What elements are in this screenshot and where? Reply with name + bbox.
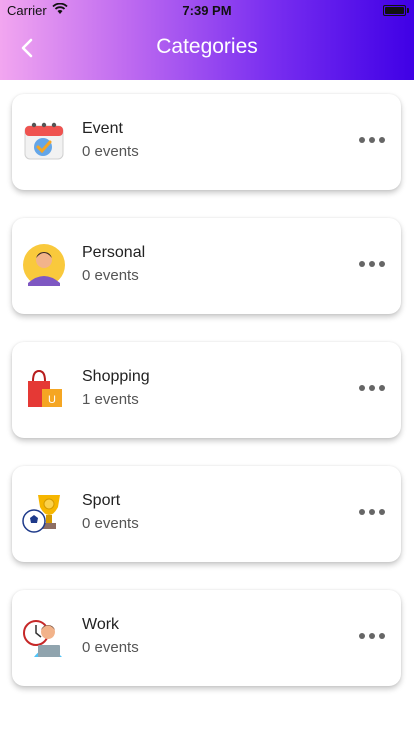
status-bar: Carrier 7:39 PM	[0, 0, 414, 20]
category-event-count: 0 events	[82, 639, 139, 656]
category-name: Work	[82, 616, 120, 633]
shopping-bag-icon: U	[28, 369, 62, 407]
trophy-ball-icon	[22, 495, 60, 533]
more-options-button[interactable]	[359, 506, 385, 518]
category-event-count: 0 events	[82, 143, 139, 160]
more-options-button[interactable]	[359, 258, 385, 270]
category-card-work[interactable]: Work 0 events	[12, 590, 401, 686]
category-card-sport[interactable]: Sport 0 events	[12, 466, 401, 562]
more-dots-icon	[359, 261, 365, 267]
category-name: Shopping	[82, 368, 150, 385]
category-event-count: 0 events	[82, 267, 139, 284]
more-options-button[interactable]	[359, 630, 385, 642]
category-name: Event	[82, 120, 123, 137]
calendar-icon	[24, 122, 64, 160]
worker-laptop-icon	[23, 620, 62, 657]
more-dots-icon	[359, 137, 365, 143]
more-options-button[interactable]	[359, 134, 385, 146]
category-card-personal[interactable]: Personal 0 events	[12, 218, 401, 314]
more-dots-icon	[359, 385, 365, 391]
more-options-button[interactable]	[359, 382, 385, 394]
svg-text:U: U	[48, 394, 56, 406]
app-header: Carrier 7:39 PM Categories	[0, 0, 414, 80]
status-time: 7:39 PM	[182, 3, 232, 18]
person-avatar-icon	[23, 244, 65, 286]
more-dots-icon	[359, 633, 365, 639]
category-event-count: 0 events	[82, 515, 139, 532]
category-card-shopping[interactable]: U Shopping 1 events	[12, 342, 401, 438]
category-name: Sport	[82, 492, 121, 509]
category-event-count: 1 events	[82, 391, 139, 408]
more-dots-icon	[359, 509, 365, 515]
page-title: Categories	[156, 35, 258, 58]
battery-icon	[383, 5, 409, 16]
category-card-event[interactable]: Event 0 events	[12, 94, 401, 190]
category-name: Personal	[82, 244, 146, 261]
